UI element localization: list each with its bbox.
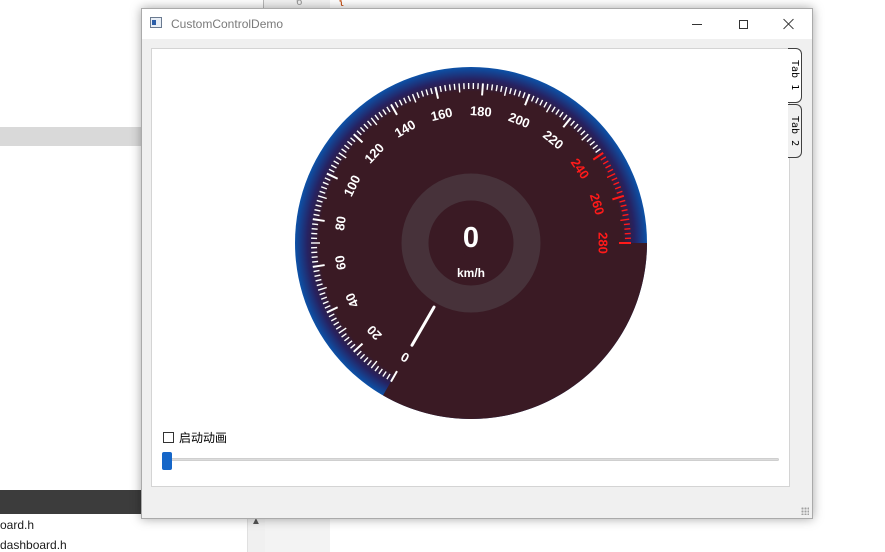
- gauge-tick: [312, 260, 319, 263]
- tab-content-panel: 0 20 40 60 80 100 120 140 160 180 200 220 240 260 280 …: [151, 48, 790, 487]
- gauge-tick: [623, 223, 630, 226]
- gauge-tick-label: 180: [469, 103, 492, 120]
- title-bar[interactable]: CustomControlDemo: [142, 9, 812, 39]
- line-number: 6: [296, 0, 303, 8]
- maximize-button[interactable]: [720, 9, 766, 39]
- background-selection-band: [0, 127, 141, 146]
- tab-1[interactable]: Tab 1: [788, 48, 802, 103]
- code-brace: {: [338, 0, 345, 7]
- slider-groove[interactable]: [162, 458, 779, 461]
- gauge-tick-label: 80: [332, 215, 349, 232]
- gauge-tick-label: 60: [332, 254, 349, 271]
- close-icon: [783, 18, 795, 30]
- background-file-list: oard.h dashboard.h: [0, 514, 248, 552]
- app-window-icon: [150, 17, 162, 28]
- slider-handle[interactable]: [162, 452, 172, 470]
- gauge-tick: [481, 83, 484, 96]
- tab-1-label[interactable]: Tab 1: [789, 49, 800, 102]
- speed-unit: km/h: [457, 266, 485, 280]
- gauge-tick: [448, 84, 452, 91]
- maximize-icon: [738, 19, 748, 29]
- animation-checkbox[interactable]: [163, 432, 174, 443]
- animation-checkbox-label[interactable]: 启动动画: [179, 429, 227, 446]
- gauge-tick: [312, 223, 319, 226]
- minimize-icon: [692, 23, 702, 25]
- minimize-button[interactable]: [674, 9, 720, 39]
- file-list-item[interactable]: dashboard.h: [0, 538, 67, 552]
- app-window: CustomControlDemo 0 20 40 60 80 100 120 140 160 1…: [141, 8, 813, 519]
- gauge-tick: [311, 256, 318, 259]
- tab-2-label[interactable]: Tab 2: [789, 105, 800, 157]
- window-title: CustomControlDemo: [171, 17, 284, 31]
- gauge-tick-label: 280: [596, 232, 611, 254]
- gauge-tick: [444, 85, 447, 92]
- gauge-tick: [311, 227, 318, 230]
- animation-checkbox-row[interactable]: 启动动画: [163, 430, 227, 445]
- gauge-tick: [624, 227, 631, 230]
- file-list-item[interactable]: oard.h: [0, 518, 34, 532]
- gauge-tick: [458, 83, 461, 93]
- gauge-tick: [486, 83, 489, 90]
- gauge-tick: [495, 85, 498, 92]
- speedometer-gauge: 020406080100120140160 180 200220240260280 …: [295, 67, 647, 419]
- tab-2[interactable]: Tab 2: [788, 104, 802, 158]
- speed-slider[interactable]: [162, 450, 779, 470]
- gauge-tick: [490, 84, 494, 91]
- resize-grip-icon[interactable]: [801, 507, 809, 515]
- gauge-tick: [453, 83, 456, 90]
- speed-value: 0: [463, 222, 479, 254]
- file-list-scrollbar[interactable]: ▲: [247, 514, 265, 552]
- close-button[interactable]: [766, 9, 812, 39]
